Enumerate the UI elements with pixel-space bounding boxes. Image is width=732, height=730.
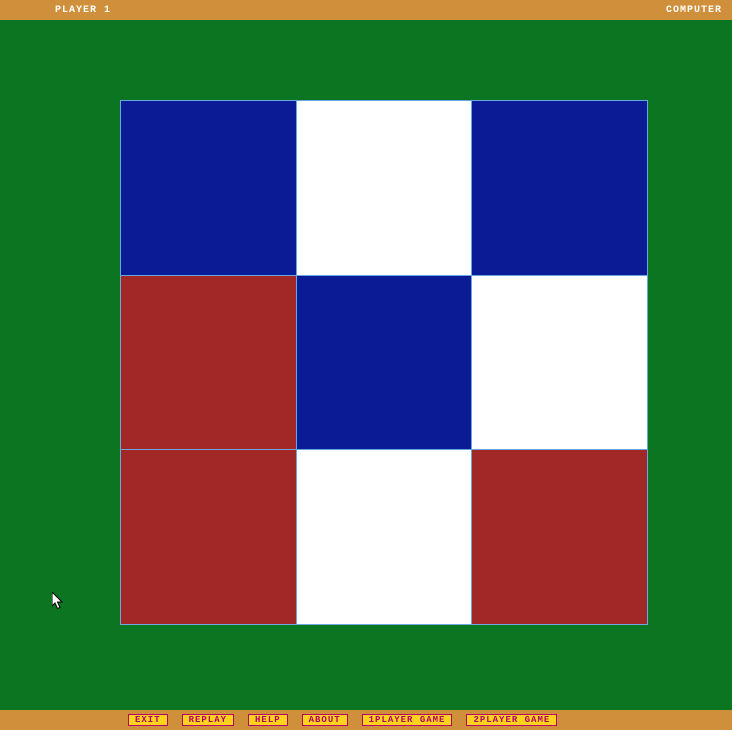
game-board	[120, 100, 648, 625]
replay-button[interactable]: REPLAY	[182, 714, 234, 726]
one-player-game-button[interactable]: 1PLAYER GAME	[362, 714, 453, 726]
cell-2-0[interactable]	[121, 450, 296, 624]
play-area	[0, 20, 732, 710]
cell-0-0[interactable]	[121, 101, 296, 275]
cell-1-0[interactable]	[121, 276, 296, 450]
cell-1-1[interactable]	[297, 276, 472, 450]
cell-2-2[interactable]	[472, 450, 647, 624]
help-button[interactable]: HELP	[248, 714, 288, 726]
about-button[interactable]: ABOUT	[302, 714, 348, 726]
player-one-label: PLAYER 1	[55, 5, 111, 16]
cell-0-1[interactable]	[297, 101, 472, 275]
two-player-game-button[interactable]: 2PLAYER GAME	[466, 714, 557, 726]
opponent-label: COMPUTER	[666, 5, 722, 16]
mouse-cursor-icon	[52, 592, 64, 610]
bottom-bar: EXIT REPLAY HELP ABOUT 1PLAYER GAME 2PLA…	[0, 710, 732, 730]
cell-2-1[interactable]	[297, 450, 472, 624]
cell-1-2[interactable]	[472, 276, 647, 450]
top-bar: PLAYER 1 COMPUTER	[0, 0, 732, 20]
cell-0-2[interactable]	[472, 101, 647, 275]
exit-button[interactable]: EXIT	[128, 714, 168, 726]
